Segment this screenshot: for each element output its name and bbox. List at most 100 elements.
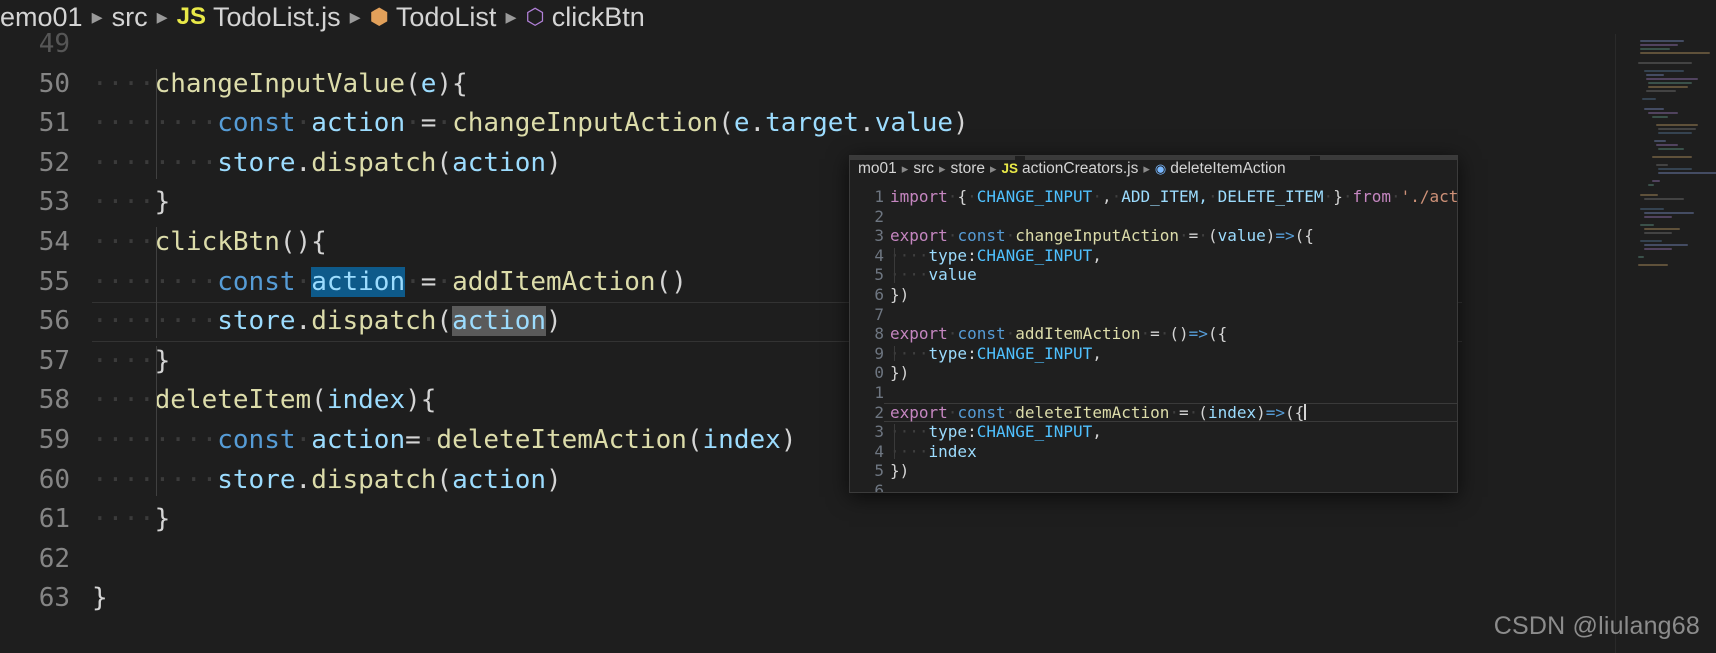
- code-token: ·: [1111, 187, 1122, 206]
- code-token: export: [890, 402, 948, 422]
- peek-code-line[interactable]: export·const·deleteItemAction·=·(index)=…: [890, 403, 1306, 423]
- peek-line-number: 6: [874, 481, 884, 493]
- peek-code-content[interactable]: 1 import·{·CHANGE_INPUT·,·ADD_ITEM,·DELET…: [850, 182, 1457, 492]
- code-token: './actionTypes': [1400, 187, 1458, 206]
- minimap-line: [1658, 132, 1692, 134]
- breadcrumb-item-store[interactable]: store: [951, 156, 985, 182]
- minimap-line: [1652, 116, 1668, 118]
- code-token: ·: [1005, 324, 1016, 344]
- code-token: {: [957, 187, 968, 206]
- peek-line-number: 0: [874, 363, 884, 383]
- code-token: addItemAction: [452, 266, 656, 297]
- code-token: action: [452, 464, 546, 495]
- watermark: CSDN @liulang68: [1493, 612, 1700, 640]
- peek-line-number: 4: [874, 245, 884, 265]
- minimap-line: [1640, 44, 1678, 46]
- code-token: ····: [890, 343, 929, 363]
- code-token: ····: [92, 345, 155, 376]
- peek-definition-panel[interactable]: mo01 ▸ src ▸ store ▸ JS actionCreators.js ▸ ◉ dele…: [849, 155, 1458, 493]
- peek-code-line[interactable]: }): [890, 461, 909, 481]
- breadcrumb-item-mo01[interactable]: mo01: [858, 156, 897, 182]
- code-token: type: [928, 422, 968, 442]
- peek-line-number: 7: [874, 304, 884, 324]
- minimap-line: [1642, 98, 1656, 100]
- peek-code-line[interactable]: ····value: [890, 265, 977, 285]
- code-token: ····: [92, 504, 155, 535]
- code-token: addItemAction: [1015, 324, 1141, 344]
- code-token: ·: [295, 266, 312, 297]
- code-token: e: [733, 108, 750, 139]
- code-token: import: [890, 187, 948, 206]
- peek-line-number: 6: [874, 285, 884, 304]
- code-line[interactable]: ····}: [92, 500, 1462, 540]
- code-token: ): [546, 306, 562, 337]
- peek-code-line[interactable]: }): [890, 285, 909, 305]
- code-token: (: [436, 147, 453, 178]
- code-token: ·: [1005, 226, 1016, 246]
- peek-line-number: 9: [874, 343, 884, 363]
- minimap-line: [1658, 128, 1696, 130]
- minimap-line: [1658, 168, 1692, 170]
- peek-code-line[interactable]: }): [890, 363, 909, 383]
- line-number: 53: [38, 187, 70, 218]
- peek-code-line[interactable]: export·const·addItemAction·=·()=>({: [890, 324, 1227, 344]
- line-number: 58: [38, 385, 70, 416]
- code-token: (: [1207, 226, 1218, 246]
- code-token: action: [452, 147, 546, 178]
- peek-code-line[interactable]: export·const·changeInputAction·=·(value)…: [890, 226, 1314, 246]
- breadcrumb-item-actioncreators-js[interactable]: actionCreators.js: [1022, 156, 1138, 182]
- code-token: (: [436, 464, 453, 495]
- indent-guide: [156, 345, 157, 497]
- code-token: ····: [890, 245, 929, 265]
- code-token: ·: [947, 226, 958, 246]
- code-token: store: [217, 306, 296, 337]
- code-token: target: [765, 108, 860, 139]
- peek-code-line[interactable]: ····type:CHANGE_INPUT,: [890, 422, 1102, 442]
- highlighted-token: action: [452, 306, 546, 337]
- code-token: changeInputAction: [1015, 226, 1180, 246]
- minimap-line: [1648, 82, 1692, 84]
- code-token: =>: [1275, 226, 1295, 246]
- code-line[interactable]: ········const·action·=·changeInputAction…: [92, 104, 1462, 144]
- peek-code-line[interactable]: ····index: [890, 442, 977, 462]
- code-token: }: [154, 187, 171, 218]
- minimap-line: [1648, 112, 1678, 114]
- code-token: ····: [154, 108, 218, 139]
- minimap-line: [1644, 70, 1684, 72]
- peek-code-line[interactable]: ····type:CHANGE_INPUT,: [890, 344, 1102, 364]
- code-line[interactable]: [92, 25, 1462, 65]
- code-token: index: [1207, 402, 1257, 422]
- code-token: ····: [92, 385, 155, 416]
- breadcrumb-item-deleteitemaction[interactable]: deleteItemAction: [1170, 156, 1285, 182]
- line-number: 49: [38, 29, 70, 59]
- code-token: clickBtn: [154, 227, 280, 257]
- code-token: ····: [154, 306, 218, 337]
- minimap[interactable]: [1616, 34, 1716, 653]
- code-token: ·: [1140, 324, 1151, 344]
- code-token: dispatch: [311, 464, 437, 495]
- breadcrumb-item-src[interactable]: src: [913, 156, 934, 182]
- line-number: 61: [38, 504, 70, 535]
- code-token: ····: [92, 306, 155, 337]
- code-line[interactable]: [92, 540, 1462, 580]
- peek-line-number: 2: [874, 402, 884, 422]
- peek-breadcrumb[interactable]: mo01 ▸ src ▸ store ▸ JS actionCreators.js ▸ ◉ dele…: [850, 156, 1457, 182]
- code-line[interactable]: ····changeInputValue(e){: [92, 65, 1462, 105]
- code-token: ): [546, 464, 562, 495]
- code-token: type: [928, 245, 968, 265]
- code-token: (: [1198, 402, 1208, 422]
- minimap-line: [1644, 198, 1684, 200]
- code-token: =>: [1188, 324, 1208, 344]
- code-line[interactable]: }: [92, 579, 1462, 619]
- code-token: ·: [1207, 187, 1218, 206]
- code-token: index: [928, 441, 977, 461]
- minimap-line: [1644, 248, 1672, 250]
- code-token: ): [1265, 226, 1276, 246]
- code-token: ({: [1285, 402, 1305, 422]
- code-token: .: [295, 306, 312, 337]
- code-token: ····: [154, 464, 218, 495]
- code-token: type: [928, 343, 968, 363]
- line-number: 60: [38, 464, 70, 495]
- peek-code-line[interactable]: import·{·CHANGE_INPUT·,·ADD_ITEM,·DELETE…: [890, 187, 1458, 207]
- peek-code-line[interactable]: ····type:CHANGE_INPUT,: [890, 246, 1102, 266]
